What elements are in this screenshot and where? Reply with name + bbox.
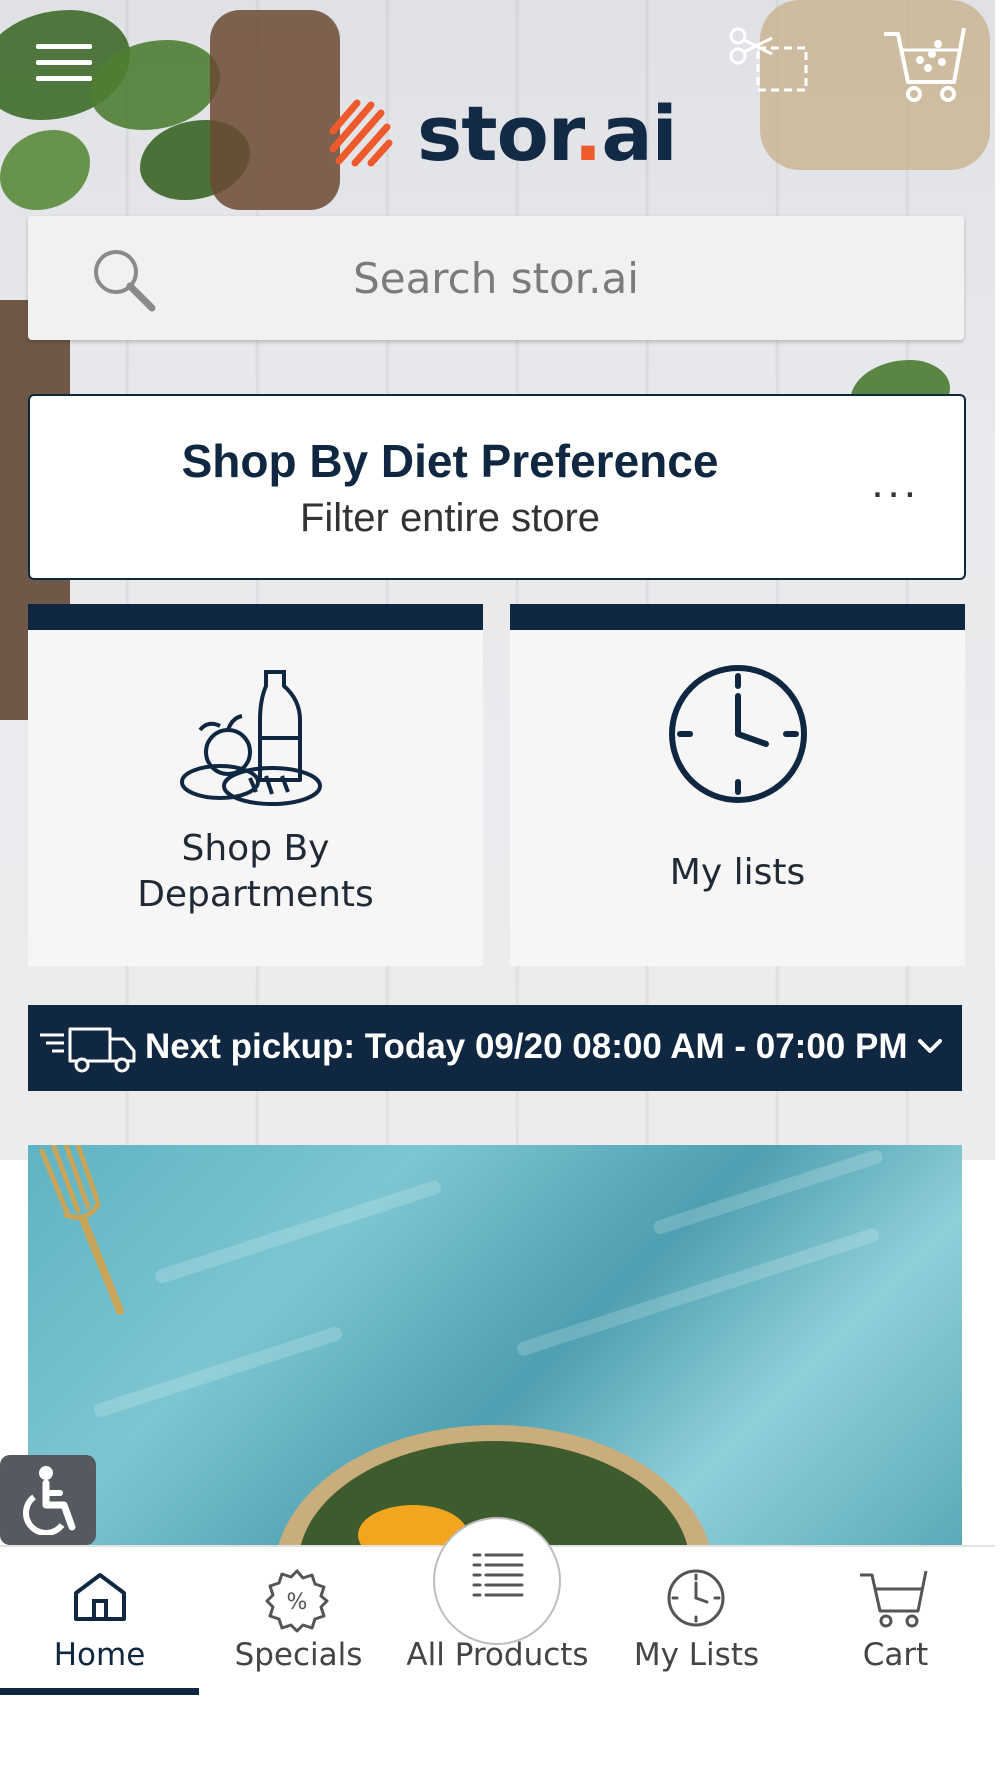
svg-text:%: % bbox=[287, 1590, 308, 1615]
coupon-scissors-icon[interactable] bbox=[728, 26, 810, 94]
shop-by-departments-label: Shop By Departments bbox=[28, 826, 483, 918]
percent-badge-icon: % bbox=[265, 1569, 329, 1633]
tab-cart[interactable]: Cart bbox=[796, 1545, 995, 1700]
tab-home[interactable]: Home bbox=[0, 1545, 199, 1700]
tab-all-products[interactable]: All Products bbox=[398, 1545, 597, 1700]
shop-by-departments-tile[interactable]: Shop By Departments bbox=[28, 604, 483, 966]
wood-decoration bbox=[210, 10, 340, 210]
clock-icon bbox=[667, 1569, 725, 1627]
my-lists-label: My lists bbox=[669, 852, 806, 893]
paint-streak-decoration bbox=[153, 1178, 443, 1286]
tab-my-lists-label: My Lists bbox=[633, 1637, 760, 1673]
cart-icon[interactable] bbox=[880, 24, 968, 104]
next-pickup-bar[interactable]: Next pickup: Today 09/20 08:00 AM - 07:0… bbox=[28, 1005, 962, 1091]
menu-icon bbox=[36, 44, 92, 49]
paint-streak-decoration bbox=[515, 1226, 881, 1358]
menu-icon-bar bbox=[36, 60, 92, 65]
next-pickup-text: Next pickup: Today 09/20 08:00 AM - 07:0… bbox=[145, 1027, 908, 1066]
tab-home-label: Home bbox=[53, 1637, 146, 1673]
tab-specials-label: Specials bbox=[234, 1637, 363, 1673]
tab-my-lists[interactable]: My Lists bbox=[597, 1545, 796, 1700]
home-icon bbox=[74, 1573, 126, 1621]
tile-label-line: Departments bbox=[137, 874, 374, 915]
menu-button[interactable] bbox=[36, 38, 92, 84]
diet-preference-card[interactable]: Shop By Diet Preference Filter entire st… bbox=[28, 394, 966, 580]
tile-label-line: Shop By bbox=[181, 828, 330, 869]
fork-image bbox=[39, 1145, 124, 1315]
tile-header-bar bbox=[510, 604, 965, 630]
app-logo: stor.ai bbox=[325, 88, 678, 178]
logo-mark-icon bbox=[329, 99, 393, 167]
my-lists-tile[interactable]: My lists bbox=[510, 604, 965, 966]
diet-preference-subtitle: Filter entire store bbox=[299, 496, 601, 540]
search-bar[interactable] bbox=[28, 216, 964, 340]
cart-icon bbox=[860, 1570, 928, 1628]
accessibility-button[interactable] bbox=[0, 1455, 96, 1545]
paint-streak-decoration bbox=[651, 1148, 885, 1236]
accessibility-icon bbox=[23, 1466, 76, 1535]
search-icon bbox=[94, 250, 156, 312]
diet-preference-title: Shop By Diet Preference bbox=[181, 435, 719, 487]
clock-icon bbox=[669, 665, 807, 803]
delivery-truck-icon bbox=[40, 1027, 136, 1073]
tab-cart-label: Cart bbox=[862, 1637, 929, 1673]
logo-text-dot: . bbox=[573, 88, 602, 178]
paint-streak-decoration bbox=[92, 1325, 344, 1419]
list-icon bbox=[472, 1553, 524, 1597]
more-options-icon[interactable]: ... bbox=[871, 458, 920, 508]
app-screen: stor.ai Shop By Diet Preference Filter e… bbox=[0, 0, 995, 1778]
menu-icon-bar bbox=[36, 76, 92, 81]
logo-text: stor.ai bbox=[417, 88, 678, 178]
chevron-down-icon[interactable] bbox=[916, 1035, 944, 1059]
logo-text-tail: ai bbox=[601, 88, 677, 178]
promo-banner-image[interactable] bbox=[28, 1145, 962, 1545]
tab-specials[interactable]: % Specials bbox=[199, 1545, 398, 1700]
logo-text-main: stor bbox=[417, 88, 574, 178]
active-tab-indicator bbox=[0, 1688, 199, 1695]
tab-all-products-label: All Products bbox=[406, 1637, 589, 1673]
search-input[interactable] bbox=[28, 252, 964, 304]
tile-header-bar bbox=[28, 604, 483, 630]
groceries-icon bbox=[180, 670, 322, 806]
